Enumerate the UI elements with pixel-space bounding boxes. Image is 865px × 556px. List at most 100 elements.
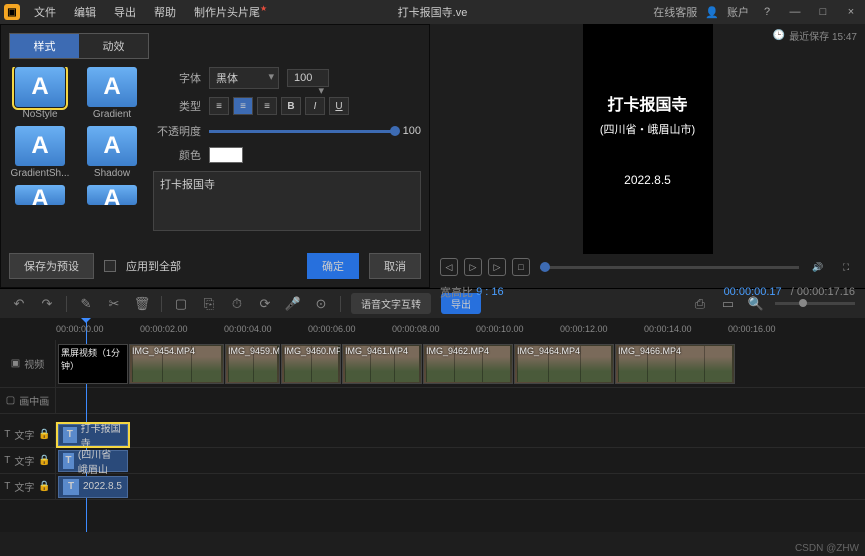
- preset-gradient[interactable]: A: [87, 67, 137, 107]
- redo-icon[interactable]: ↷: [38, 295, 56, 313]
- menu-help[interactable]: 帮助: [146, 2, 184, 22]
- cut-icon[interactable]: ✂: [105, 295, 123, 313]
- opacity-slider[interactable]: [209, 130, 395, 133]
- aspect-value[interactable]: 9 : 16: [476, 286, 504, 298]
- minimize-button[interactable]: —: [785, 6, 805, 18]
- menu-edit[interactable]: 编辑: [66, 2, 104, 22]
- project-title: 打卡报国寺.ve: [398, 4, 468, 20]
- text-track-icon: T: [4, 429, 10, 440]
- record-icon[interactable]: ⊙: [312, 295, 330, 313]
- delete-icon[interactable]: 🗑: [133, 295, 151, 313]
- color-swatch[interactable]: [209, 147, 243, 163]
- clip-video[interactable]: IMG_9460.MP4: [281, 344, 341, 384]
- preview-canvas[interactable]: 打卡报国寺 (四川省・峨眉山市) 2022.8.5: [583, 24, 713, 254]
- split-icon[interactable]: ⎘: [200, 295, 218, 313]
- clip-video[interactable]: IMG_9459.MP4: [225, 344, 280, 384]
- preset-gradientshadow[interactable]: A: [15, 126, 65, 166]
- maximize-button[interactable]: □: [813, 6, 833, 18]
- autosave-status: 🕒最近保存 15:47: [773, 28, 857, 43]
- menu-bar: ▣ 文件 编辑 导出 帮助 制作片头片尾 打卡报国寺.ve 在线客服 👤 账户 …: [0, 0, 865, 24]
- clip-video[interactable]: IMG_9461.MP4: [342, 344, 422, 384]
- account-link[interactable]: 账户: [727, 4, 749, 20]
- text-clip[interactable]: T打卡报国寺: [58, 424, 128, 446]
- cancel-button[interactable]: 取消: [369, 253, 421, 279]
- text-clip[interactable]: T(四川省 峨眉山: [58, 450, 128, 472]
- progress-slider[interactable]: [540, 266, 799, 269]
- ok-button[interactable]: 确定: [307, 253, 359, 279]
- font-size-select[interactable]: 100: [287, 69, 329, 87]
- text-content-input[interactable]: 打卡报国寺: [153, 171, 421, 231]
- rotate-icon[interactable]: ⟳: [256, 295, 274, 313]
- clip-video[interactable]: IMG_9464.MP4: [514, 344, 614, 384]
- opacity-value: 100: [403, 125, 421, 137]
- zoom-slider[interactable]: [775, 302, 855, 305]
- undo-icon[interactable]: ↶: [10, 295, 28, 313]
- online-service-link[interactable]: 在线客服: [653, 4, 697, 20]
- text-track-3: T文字🔒 T2022.8.5: [0, 474, 865, 500]
- clip-video[interactable]: IMG_9462.MP4: [423, 344, 513, 384]
- tab-style[interactable]: 样式: [10, 34, 79, 58]
- speech-to-text-button[interactable]: 语音文字互转: [351, 293, 431, 314]
- fullscreen-icon[interactable]: ⛶: [837, 258, 855, 276]
- style-presets-grid: ANoStyle AGradient AGradientSh... AShado…: [9, 67, 143, 245]
- preset-more-2[interactable]: A: [87, 185, 137, 205]
- aspect-label: 宽高比: [440, 284, 473, 300]
- align-right-button[interactable]: ≡: [257, 97, 277, 115]
- user-icon: 👤: [705, 6, 719, 19]
- text-track-1: T文字🔒 T打卡报国寺: [0, 422, 865, 448]
- menu-file[interactable]: 文件: [26, 2, 64, 22]
- settings-icon[interactable]: ?: [757, 6, 777, 18]
- speed-icon[interactable]: ⏱: [228, 295, 246, 313]
- underline-button[interactable]: U: [329, 97, 349, 115]
- pointer-icon[interactable]: ✎: [77, 295, 95, 313]
- opacity-label: 不透明度: [153, 123, 201, 139]
- save-preset-button[interactable]: 保存为预设: [9, 253, 94, 279]
- clip-video[interactable]: IMG_9466.MP4: [615, 344, 735, 384]
- preset-nostyle[interactable]: A: [15, 67, 65, 107]
- volume-icon[interactable]: 🔊: [809, 258, 827, 276]
- lock-icon[interactable]: 🔒: [38, 481, 50, 492]
- pip-track: ▢画中画: [0, 388, 865, 414]
- video-track: ▣视频 黑屏视频（1分钟） IMG_9454.MP4 IMG_9459.MP4 …: [0, 340, 865, 388]
- align-left-button[interactable]: ≡: [209, 97, 229, 115]
- apply-all-label: 应用到全部: [126, 258, 181, 274]
- preview-title: 打卡报国寺: [607, 91, 687, 115]
- apply-all-checkbox[interactable]: [104, 260, 116, 272]
- preset-more-1[interactable]: A: [15, 185, 65, 205]
- color-label: 颜色: [153, 147, 201, 163]
- stop-button[interactable]: □: [512, 258, 530, 276]
- clip-video[interactable]: IMG_9454.MP4: [129, 344, 224, 384]
- preview-date: 2022.8.5: [624, 173, 671, 187]
- clip-black[interactable]: 黑屏视频（1分钟）: [58, 344, 128, 384]
- menu-titles[interactable]: 制作片头片尾: [186, 2, 275, 22]
- text-clip[interactable]: T2022.8.5: [58, 476, 128, 498]
- type-label: 类型: [153, 98, 201, 114]
- menu-export[interactable]: 导出: [106, 2, 144, 22]
- time-ruler[interactable]: 00:00:00.00 00:00:02.00 00:00:04.00 00:0…: [0, 318, 865, 340]
- timeline: 00:00:00.00 00:00:02.00 00:00:04.00 00:0…: [0, 318, 865, 532]
- close-button[interactable]: ×: [841, 6, 861, 18]
- preset-shadow[interactable]: A: [87, 126, 137, 166]
- text-style-panel: 样式 动效 ANoStyle AGradient AGradientSh... …: [0, 24, 430, 288]
- play-button[interactable]: ▷: [464, 258, 482, 276]
- clock-icon: 🕒: [773, 30, 785, 41]
- lock-icon[interactable]: 🔒: [38, 429, 50, 440]
- text-track-icon: T: [4, 455, 10, 466]
- preview-subtitle: (四川省・峨眉山市): [600, 121, 695, 137]
- prev-frame-button[interactable]: ◁: [440, 258, 458, 276]
- italic-button[interactable]: I: [305, 97, 325, 115]
- pip-track-icon: ▢: [6, 395, 15, 406]
- align-center-button[interactable]: ≡: [233, 97, 253, 115]
- preview-panel: 🕒最近保存 15:47 打卡报国寺 (四川省・峨眉山市) 2022.8.5 ◁ …: [430, 24, 865, 288]
- lock-icon[interactable]: 🔒: [38, 455, 50, 466]
- text-track-2: T文字🔒 T(四川省 峨眉山: [0, 448, 865, 474]
- tab-motion[interactable]: 动效: [79, 34, 148, 58]
- watermark: CSDN @ZHW: [795, 543, 859, 554]
- video-track-icon: ▣: [11, 358, 20, 369]
- bold-button[interactable]: B: [281, 97, 301, 115]
- mic-icon[interactable]: 🎤: [284, 295, 302, 313]
- app-logo: ▣: [4, 4, 20, 20]
- next-frame-button[interactable]: ▷: [488, 258, 506, 276]
- crop-icon[interactable]: ▢: [172, 295, 190, 313]
- font-family-select[interactable]: 黑体: [209, 67, 279, 89]
